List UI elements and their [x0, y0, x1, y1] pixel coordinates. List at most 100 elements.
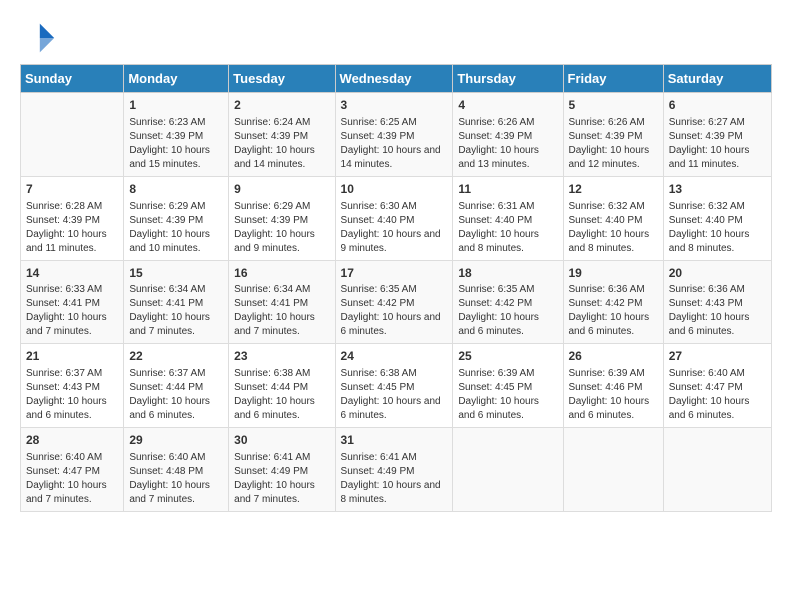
day-info: Sunrise: 6:24 AM Sunset: 4:39 PM Dayligh… [234, 116, 329, 172]
day-info: Sunrise: 6:26 AM Sunset: 4:39 PM Dayligh… [569, 116, 658, 172]
day-cell: 28 Sunrise: 6:40 AM Sunset: 4:47 PM Dayli… [21, 428, 124, 512]
day-number: 9 [234, 181, 329, 198]
day-number: 12 [569, 181, 658, 198]
day-info: Sunrise: 6:37 AM Sunset: 4:43 PM Dayligh… [26, 367, 118, 423]
day-cell: 16Sunrise: 6:34 AM Sunset: 4:41 PM Dayli… [229, 260, 335, 344]
day-cell: 3 Sunrise: 6:25 AM Sunset: 4:39 PM Daylig… [335, 93, 453, 177]
week-row-4: 21 Sunrise: 6:37 AM Sunset: 4:43 PM Dayli… [21, 344, 772, 428]
week-row-5: 28 Sunrise: 6:40 AM Sunset: 4:47 PM Dayli… [21, 428, 772, 512]
week-row-2: 7Sunrise: 6:28 AM Sunset: 4:39 PM Daylig… [21, 176, 772, 260]
day-cell: 27 Sunrise: 6:40 AM Sunset: 4:47 PM Dayli… [663, 344, 771, 428]
day-number: 23 [234, 348, 329, 365]
day-info: Sunrise: 6:30 AM Sunset: 4:40 PM Dayligh… [341, 200, 448, 256]
col-header-friday: Friday [563, 65, 663, 93]
day-number: 7 [26, 181, 118, 198]
day-cell: 13 Sunrise: 6:32 AM Sunset: 4:40 PM Dayli… [663, 176, 771, 260]
page-header [20, 20, 772, 56]
day-info: Sunrise: 6:40 AM Sunset: 4:47 PM Dayligh… [26, 451, 118, 507]
day-number: 13 [669, 181, 766, 198]
week-row-1: 1 Sunrise: 6:23 AM Sunset: 4:39 PM Daylig… [21, 93, 772, 177]
day-number: 21 [26, 348, 118, 365]
day-number: 31 [341, 432, 448, 449]
day-cell: 29 Sunrise: 6:40 AM Sunset: 4:48 PM Dayli… [124, 428, 229, 512]
day-cell: 7Sunrise: 6:28 AM Sunset: 4:39 PM Daylig… [21, 176, 124, 260]
day-info: Sunrise: 6:34 AM Sunset: 4:41 PM Dayligh… [234, 283, 329, 339]
day-info: Sunrise: 6:36 AM Sunset: 4:43 PM Dayligh… [669, 283, 766, 339]
day-info: Sunrise: 6:35 AM Sunset: 4:42 PM Dayligh… [458, 283, 557, 339]
day-cell: 31 Sunrise: 6:41 AM Sunset: 4:49 PM Dayli… [335, 428, 453, 512]
day-info: Sunrise: 6:38 AM Sunset: 4:44 PM Dayligh… [234, 367, 329, 423]
header-row: SundayMondayTuesdayWednesdayThursdayFrid… [21, 65, 772, 93]
logo-icon [20, 20, 56, 56]
day-cell [21, 93, 124, 177]
day-cell: 10 Sunrise: 6:30 AM Sunset: 4:40 PM Dayli… [335, 176, 453, 260]
day-number: 27 [669, 348, 766, 365]
day-number: 3 [341, 97, 448, 114]
day-number: 15 [129, 265, 223, 282]
col-header-monday: Monday [124, 65, 229, 93]
day-cell: 30 Sunrise: 6:41 AM Sunset: 4:49 PM Dayli… [229, 428, 335, 512]
day-number: 6 [669, 97, 766, 114]
day-info: Sunrise: 6:29 AM Sunset: 4:39 PM Dayligh… [234, 200, 329, 256]
day-number: 30 [234, 432, 329, 449]
day-cell: 14Sunrise: 6:33 AM Sunset: 4:41 PM Dayli… [21, 260, 124, 344]
day-info: Sunrise: 6:41 AM Sunset: 4:49 PM Dayligh… [234, 451, 329, 507]
day-cell: 23 Sunrise: 6:38 AM Sunset: 4:44 PM Dayli… [229, 344, 335, 428]
day-cell: 21 Sunrise: 6:37 AM Sunset: 4:43 PM Dayli… [21, 344, 124, 428]
day-info: Sunrise: 6:32 AM Sunset: 4:40 PM Dayligh… [669, 200, 766, 256]
day-info: Sunrise: 6:35 AM Sunset: 4:42 PM Dayligh… [341, 283, 448, 339]
day-cell: 22Sunrise: 6:37 AM Sunset: 4:44 PM Dayli… [124, 344, 229, 428]
day-number: 8 [129, 181, 223, 198]
day-number: 1 [129, 97, 223, 114]
day-cell: 2 Sunrise: 6:24 AM Sunset: 4:39 PM Daylig… [229, 93, 335, 177]
day-info: Sunrise: 6:36 AM Sunset: 4:42 PM Dayligh… [569, 283, 658, 339]
day-number: 28 [26, 432, 118, 449]
day-info: Sunrise: 6:39 AM Sunset: 4:46 PM Dayligh… [569, 367, 658, 423]
day-info: Sunrise: 6:29 AM Sunset: 4:39 PM Dayligh… [129, 200, 223, 256]
logo [20, 20, 60, 56]
day-cell: 4Sunrise: 6:26 AM Sunset: 4:39 PM Daylig… [453, 93, 563, 177]
day-info: Sunrise: 6:27 AM Sunset: 4:39 PM Dayligh… [669, 116, 766, 172]
day-info: Sunrise: 6:39 AM Sunset: 4:45 PM Dayligh… [458, 367, 557, 423]
day-cell: 15Sunrise: 6:34 AM Sunset: 4:41 PM Dayli… [124, 260, 229, 344]
day-cell: 25 Sunrise: 6:39 AM Sunset: 4:45 PM Dayli… [453, 344, 563, 428]
day-number: 11 [458, 181, 557, 198]
col-header-saturday: Saturday [663, 65, 771, 93]
col-header-thursday: Thursday [453, 65, 563, 93]
day-number: 29 [129, 432, 223, 449]
day-number: 16 [234, 265, 329, 282]
day-cell [563, 428, 663, 512]
day-number: 17 [341, 265, 448, 282]
col-header-sunday: Sunday [21, 65, 124, 93]
day-cell: 20Sunrise: 6:36 AM Sunset: 4:43 PM Dayli… [663, 260, 771, 344]
day-cell: 5 Sunrise: 6:26 AM Sunset: 4:39 PM Daylig… [563, 93, 663, 177]
week-row-3: 14Sunrise: 6:33 AM Sunset: 4:41 PM Dayli… [21, 260, 772, 344]
day-number: 24 [341, 348, 448, 365]
day-number: 2 [234, 97, 329, 114]
day-info: Sunrise: 6:23 AM Sunset: 4:39 PM Dayligh… [129, 116, 223, 172]
day-number: 4 [458, 97, 557, 114]
day-cell: 18Sunrise: 6:35 AM Sunset: 4:42 PM Dayli… [453, 260, 563, 344]
day-info: Sunrise: 6:40 AM Sunset: 4:48 PM Dayligh… [129, 451, 223, 507]
day-number: 5 [569, 97, 658, 114]
day-info: Sunrise: 6:25 AM Sunset: 4:39 PM Dayligh… [341, 116, 448, 172]
col-header-wednesday: Wednesday [335, 65, 453, 93]
day-number: 10 [341, 181, 448, 198]
day-info: Sunrise: 6:38 AM Sunset: 4:45 PM Dayligh… [341, 367, 448, 423]
day-cell: 19Sunrise: 6:36 AM Sunset: 4:42 PM Dayli… [563, 260, 663, 344]
day-cell: 24 Sunrise: 6:38 AM Sunset: 4:45 PM Dayli… [335, 344, 453, 428]
day-info: Sunrise: 6:31 AM Sunset: 4:40 PM Dayligh… [458, 200, 557, 256]
day-info: Sunrise: 6:40 AM Sunset: 4:47 PM Dayligh… [669, 367, 766, 423]
day-cell: 6 Sunrise: 6:27 AM Sunset: 4:39 PM Daylig… [663, 93, 771, 177]
day-number: 26 [569, 348, 658, 365]
day-number: 25 [458, 348, 557, 365]
day-info: Sunrise: 6:33 AM Sunset: 4:41 PM Dayligh… [26, 283, 118, 339]
day-number: 14 [26, 265, 118, 282]
day-number: 22 [129, 348, 223, 365]
day-number: 18 [458, 265, 557, 282]
day-number: 20 [669, 265, 766, 282]
day-info: Sunrise: 6:34 AM Sunset: 4:41 PM Dayligh… [129, 283, 223, 339]
day-info: Sunrise: 6:41 AM Sunset: 4:49 PM Dayligh… [341, 451, 448, 507]
day-cell: 8 Sunrise: 6:29 AM Sunset: 4:39 PM Daylig… [124, 176, 229, 260]
calendar-table: SundayMondayTuesdayWednesdayThursdayFrid… [20, 64, 772, 512]
